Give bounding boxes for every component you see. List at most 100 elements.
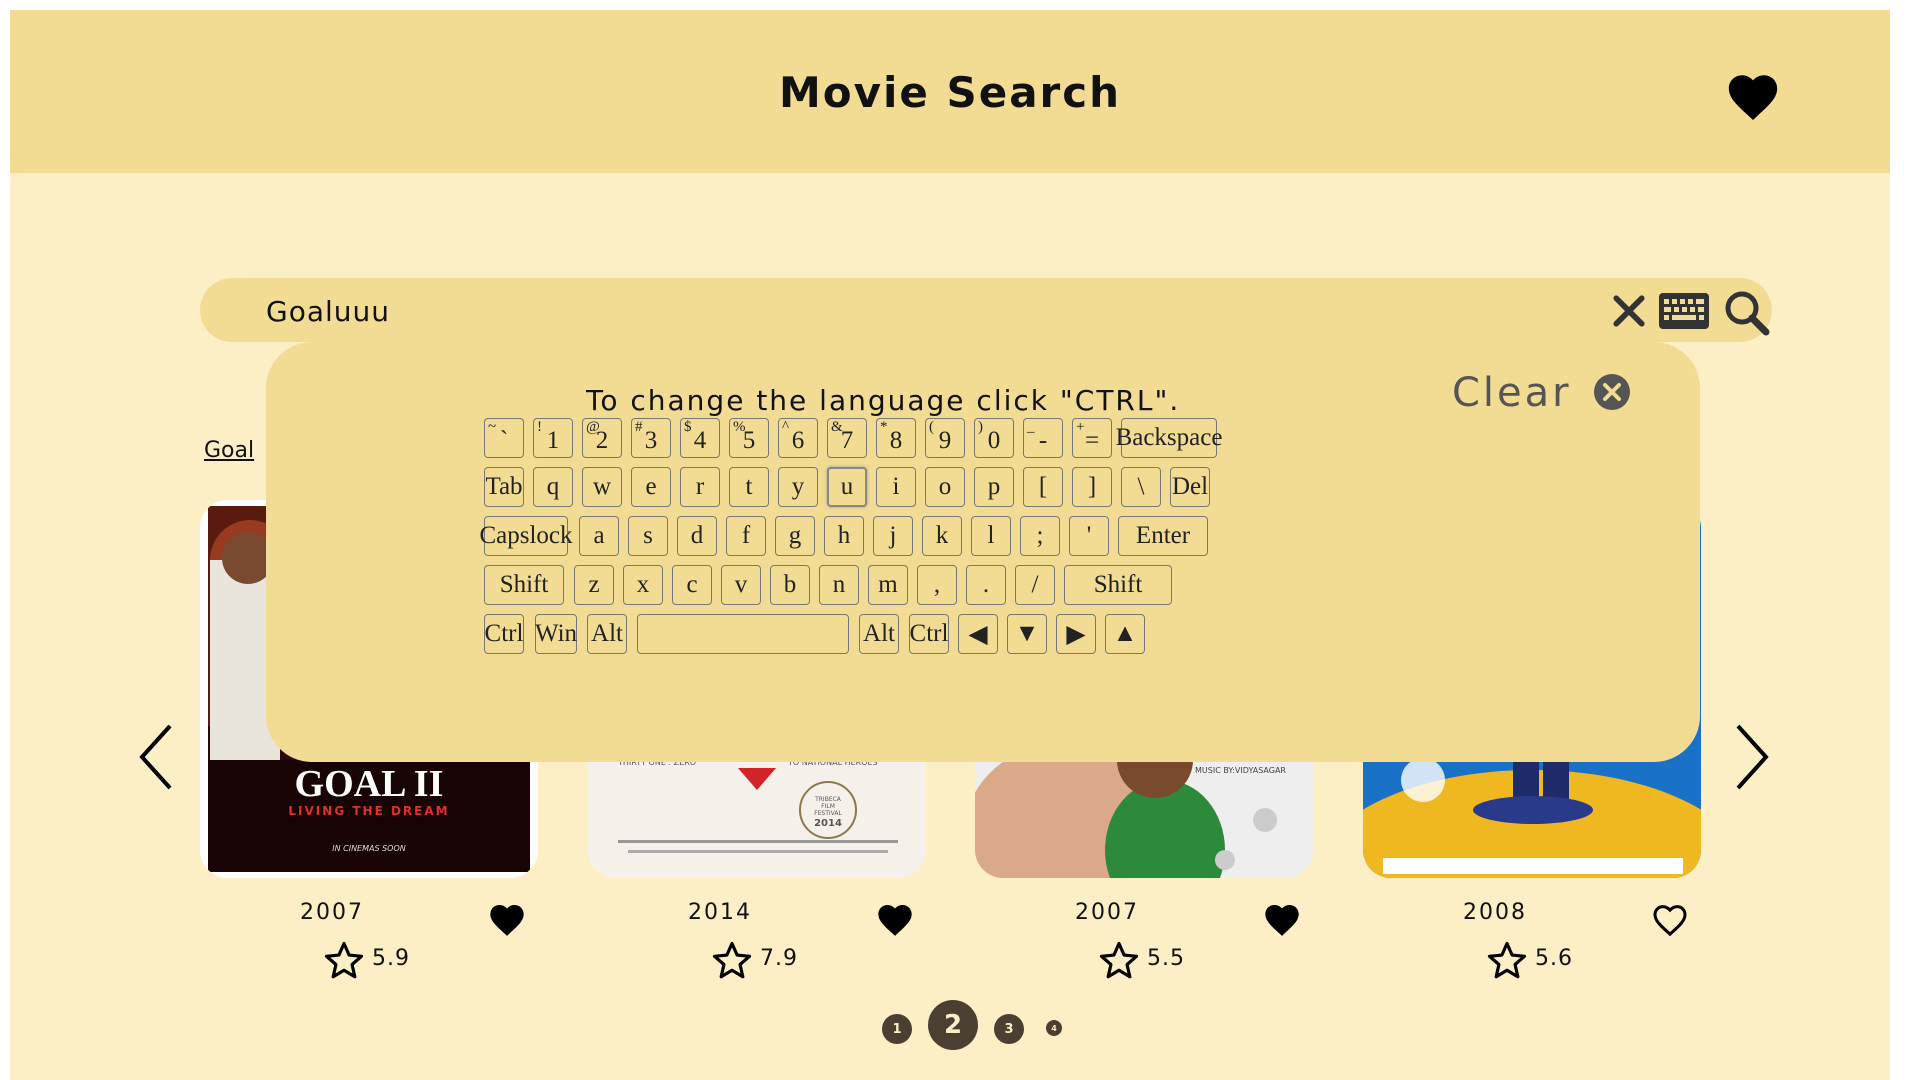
key-label: 8: [889, 427, 903, 454]
chevron-right-icon[interactable]: [1730, 722, 1774, 792]
x-icon[interactable]: [1612, 294, 1646, 328]
key-symbol[interactable]: [: [1023, 467, 1063, 507]
key-v[interactable]: v: [721, 565, 761, 605]
key-shift-char: ): [978, 419, 983, 435]
key-b[interactable]: b: [770, 565, 810, 605]
chevron-left-icon[interactable]: [134, 722, 178, 792]
key-capslock[interactable]: Capslock: [479, 516, 573, 556]
key-n[interactable]: n: [819, 565, 859, 605]
search-input[interactable]: [264, 288, 1568, 334]
key-w[interactable]: w: [582, 467, 622, 507]
key-3[interactable]: #3: [631, 418, 671, 458]
key-a[interactable]: a: [579, 516, 619, 556]
key-s[interactable]: s: [628, 516, 668, 556]
key-r[interactable]: r: [680, 467, 720, 507]
key-label: h: [837, 522, 851, 549]
page-button[interactable]: 3: [994, 1014, 1024, 1044]
key-symbol[interactable]: ▶: [1056, 614, 1096, 654]
key-6[interactable]: ^ 6: [778, 418, 818, 458]
key-label: ': [1086, 522, 1092, 549]
key-label: g: [788, 522, 802, 549]
key-label: 1: [546, 427, 560, 454]
key-g[interactable]: g: [775, 516, 815, 556]
key-9[interactable]: (9: [925, 418, 965, 458]
page-button[interactable]: 4: [1046, 1020, 1062, 1036]
key-j[interactable]: j: [873, 516, 913, 556]
key-m[interactable]: m: [868, 565, 908, 605]
key-z[interactable]: z: [574, 565, 614, 605]
key-alt[interactable]: Alt: [859, 614, 899, 654]
key-tab[interactable]: Tab: [484, 467, 524, 507]
key-ctrl[interactable]: Ctrl: [909, 614, 949, 654]
key-x[interactable]: x: [623, 565, 663, 605]
keyboard-icon[interactable]: [1658, 292, 1710, 330]
key-alt[interactable]: Alt: [587, 614, 627, 654]
key-8[interactable]: * 8: [876, 418, 916, 458]
heart-icon[interactable]: [874, 900, 916, 940]
key-shift[interactable]: Shift: [484, 565, 564, 605]
key-e[interactable]: e: [631, 467, 671, 507]
key-label: Shift: [1093, 571, 1143, 598]
key-label: `: [499, 427, 509, 454]
key-win[interactable]: Win: [535, 614, 577, 654]
heart-outline-icon[interactable]: [1649, 900, 1691, 940]
key-symbol[interactable]: ~ `: [484, 418, 524, 458]
key-symbol[interactable]: ;: [1020, 516, 1060, 556]
key-label: Capslock: [479, 522, 573, 549]
key-enter[interactable]: Enter: [1118, 516, 1208, 556]
key-del[interactable]: Del: [1170, 467, 1210, 507]
page-button-current[interactable]: 2: [928, 1000, 978, 1050]
key-c[interactable]: c: [672, 565, 712, 605]
key-backspace[interactable]: Backspace: [1116, 418, 1222, 458]
key-space[interactable]: [637, 614, 849, 654]
key-label: Enter: [1135, 522, 1191, 549]
key-symbol[interactable]: ▼: [1007, 614, 1047, 654]
key-symbol[interactable]: /: [1015, 565, 1055, 605]
key-y[interactable]: y: [778, 467, 818, 507]
key-7[interactable]: & 7: [827, 418, 867, 458]
heart-icon[interactable]: [1724, 68, 1782, 126]
key-q[interactable]: q: [533, 467, 573, 507]
key-0[interactable]: ) 0: [974, 418, 1014, 458]
key-h[interactable]: h: [824, 516, 864, 556]
heart-icon[interactable]: [486, 900, 528, 940]
poster-text: MUSIC BY:VIDYASAGAR: [1195, 766, 1286, 775]
key-4[interactable]: $4: [680, 418, 720, 458]
key-o[interactable]: o: [925, 467, 965, 507]
key-symbol[interactable]: ]: [1072, 467, 1112, 507]
key-label: .: [982, 571, 990, 598]
key-ctrl[interactable]: Ctrl: [484, 614, 524, 654]
key-p[interactable]: p: [974, 467, 1014, 507]
key-k[interactable]: k: [922, 516, 962, 556]
key-shift-char: $: [684, 419, 692, 435]
virtual-keyboard: To change the language click "CTRL". Cle…: [266, 342, 1700, 762]
key-shift[interactable]: Shift: [1064, 565, 1172, 605]
key-label: l: [987, 522, 995, 549]
key-5[interactable]: % 5: [729, 418, 769, 458]
key-u[interactable]: u: [827, 467, 867, 507]
key-t[interactable]: t: [729, 467, 769, 507]
close-circle-icon[interactable]: [1592, 372, 1632, 412]
key-f[interactable]: f: [726, 516, 766, 556]
key-label: 3: [644, 427, 658, 454]
key-symbol[interactable]: _ -: [1023, 418, 1063, 458]
key-i[interactable]: i: [876, 467, 916, 507]
key-1[interactable]: ! 1: [533, 418, 573, 458]
key-symbol[interactable]: \: [1121, 467, 1161, 507]
key-symbol[interactable]: ▲: [1105, 614, 1145, 654]
key-d[interactable]: d: [677, 516, 717, 556]
results-link[interactable]: Goal: [204, 438, 254, 463]
heart-icon[interactable]: [1261, 900, 1303, 940]
key-symbol[interactable]: .: [966, 565, 1006, 605]
key-label: Alt: [591, 620, 623, 647]
key-symbol[interactable]: + =: [1072, 418, 1112, 458]
key-symbol[interactable]: ◀: [958, 614, 998, 654]
key-symbol[interactable]: ': [1069, 516, 1109, 556]
search-icon[interactable]: [1722, 288, 1770, 336]
page-button[interactable]: 1: [882, 1014, 912, 1044]
key-symbol[interactable]: ,: [917, 565, 957, 605]
key-label: i: [892, 473, 900, 500]
star-icon: [712, 941, 752, 979]
key-l[interactable]: l: [971, 516, 1011, 556]
key-2[interactable]: @2: [582, 418, 622, 458]
